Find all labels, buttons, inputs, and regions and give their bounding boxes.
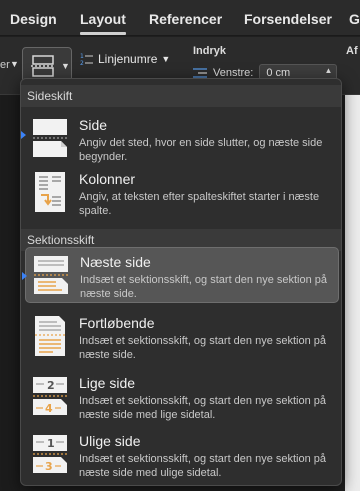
menu-item-side[interactable]: Side Angiv det sted, hvor en side slutte…	[21, 111, 339, 163]
tab-referencer[interactable]: Referencer	[149, 11, 222, 27]
menu-item-title: Side	[79, 117, 108, 133]
even-page-bottom-number: 4	[45, 402, 53, 415]
line-numbers-icon: 1 2	[80, 53, 93, 66]
document-left-margin	[0, 95, 20, 491]
svg-text:2: 2	[80, 60, 84, 66]
column-break-icon	[35, 172, 65, 212]
menu-item-lige-side[interactable]: 2 4 Lige side Indsæt et sektionsskift, o…	[25, 369, 339, 425]
menu-item-title: Næste side	[80, 254, 151, 270]
tab-forsendelser[interactable]: Forsendelser	[244, 11, 332, 27]
menu-item-title: Fortløbende	[79, 315, 155, 331]
odd-page-section-icon: 1 3	[33, 435, 67, 473]
svg-text:1: 1	[80, 53, 84, 60]
menu-item-title: Kolonner	[79, 171, 136, 187]
menu-item-description: Indsæt et sektionsskift, og start den ny…	[79, 453, 327, 479]
menu-item-description: Angiv, at teksten efter spalteskiftet st…	[79, 191, 320, 217]
odd-page-bottom-number: 3	[45, 460, 53, 473]
menu-item-title: Lige side	[79, 375, 136, 391]
document-page-edge	[345, 95, 360, 491]
odd-page-top-number: 1	[47, 437, 55, 450]
breaks-menu: Sideskift Side Angiv det sted, hvor en s…	[20, 78, 342, 486]
line-numbers-label: Linjenumre	[98, 52, 158, 66]
continuous-section-icon	[35, 316, 65, 356]
pointer-icon	[21, 131, 26, 139]
menu-item-description: Angiv det sted, hvor en side slutter, og…	[79, 137, 323, 163]
breaks-icon	[31, 55, 55, 77]
even-page-section-icon: 2 4	[33, 377, 67, 415]
menu-item-ulige-side[interactable]: 1 3 Ulige side Indsæt et sektionsskift, …	[25, 427, 339, 483]
section-header-sideskift: Sideskift	[21, 85, 341, 107]
stepper-up-icon[interactable]: ▲	[324, 66, 332, 75]
ribbon-left-edge-text: er	[0, 59, 10, 71]
menu-item-title: Ulige side	[79, 433, 141, 449]
menu-item-kolonner[interactable]: Kolonner Angiv, at teksten efter spaltes…	[25, 165, 339, 221]
even-page-top-number: 2	[47, 379, 55, 392]
indent-label: Indryk	[193, 45, 227, 57]
menu-item-description: Indsæt et sektionsskift, og start den ny…	[79, 335, 327, 361]
menu-item-description: Indsæt et sektionsskift, og start den ny…	[79, 395, 327, 421]
next-page-section-icon	[34, 256, 68, 294]
chevron-down-icon: ▼	[61, 61, 70, 71]
line-numbers-button[interactable]: 1 2 Linjenumre ▼	[80, 49, 170, 69]
pointer-icon	[22, 272, 27, 280]
menu-item-fortloebende[interactable]: Fortløbende Indsæt et sektionsskift, og …	[25, 309, 339, 365]
menu-item-naeste-side[interactable]: Næste side Indsæt et sektionsskift, og s…	[22, 247, 339, 303]
menu-item-description: Indsæt et sektionsskift, og start den ny…	[80, 274, 328, 300]
ribbon-tabs: Design Layout Referencer Forsendelser G	[0, 0, 360, 36]
tab-g[interactable]: G	[349, 11, 360, 27]
chevron-down-icon: ▼	[161, 54, 171, 64]
page-break-icon	[33, 119, 67, 157]
chevron-down-icon: ▼	[10, 59, 19, 69]
tab-design[interactable]: Design	[10, 11, 57, 27]
tab-layout[interactable]: Layout	[80, 11, 126, 35]
spacing-label: Af	[346, 45, 358, 57]
